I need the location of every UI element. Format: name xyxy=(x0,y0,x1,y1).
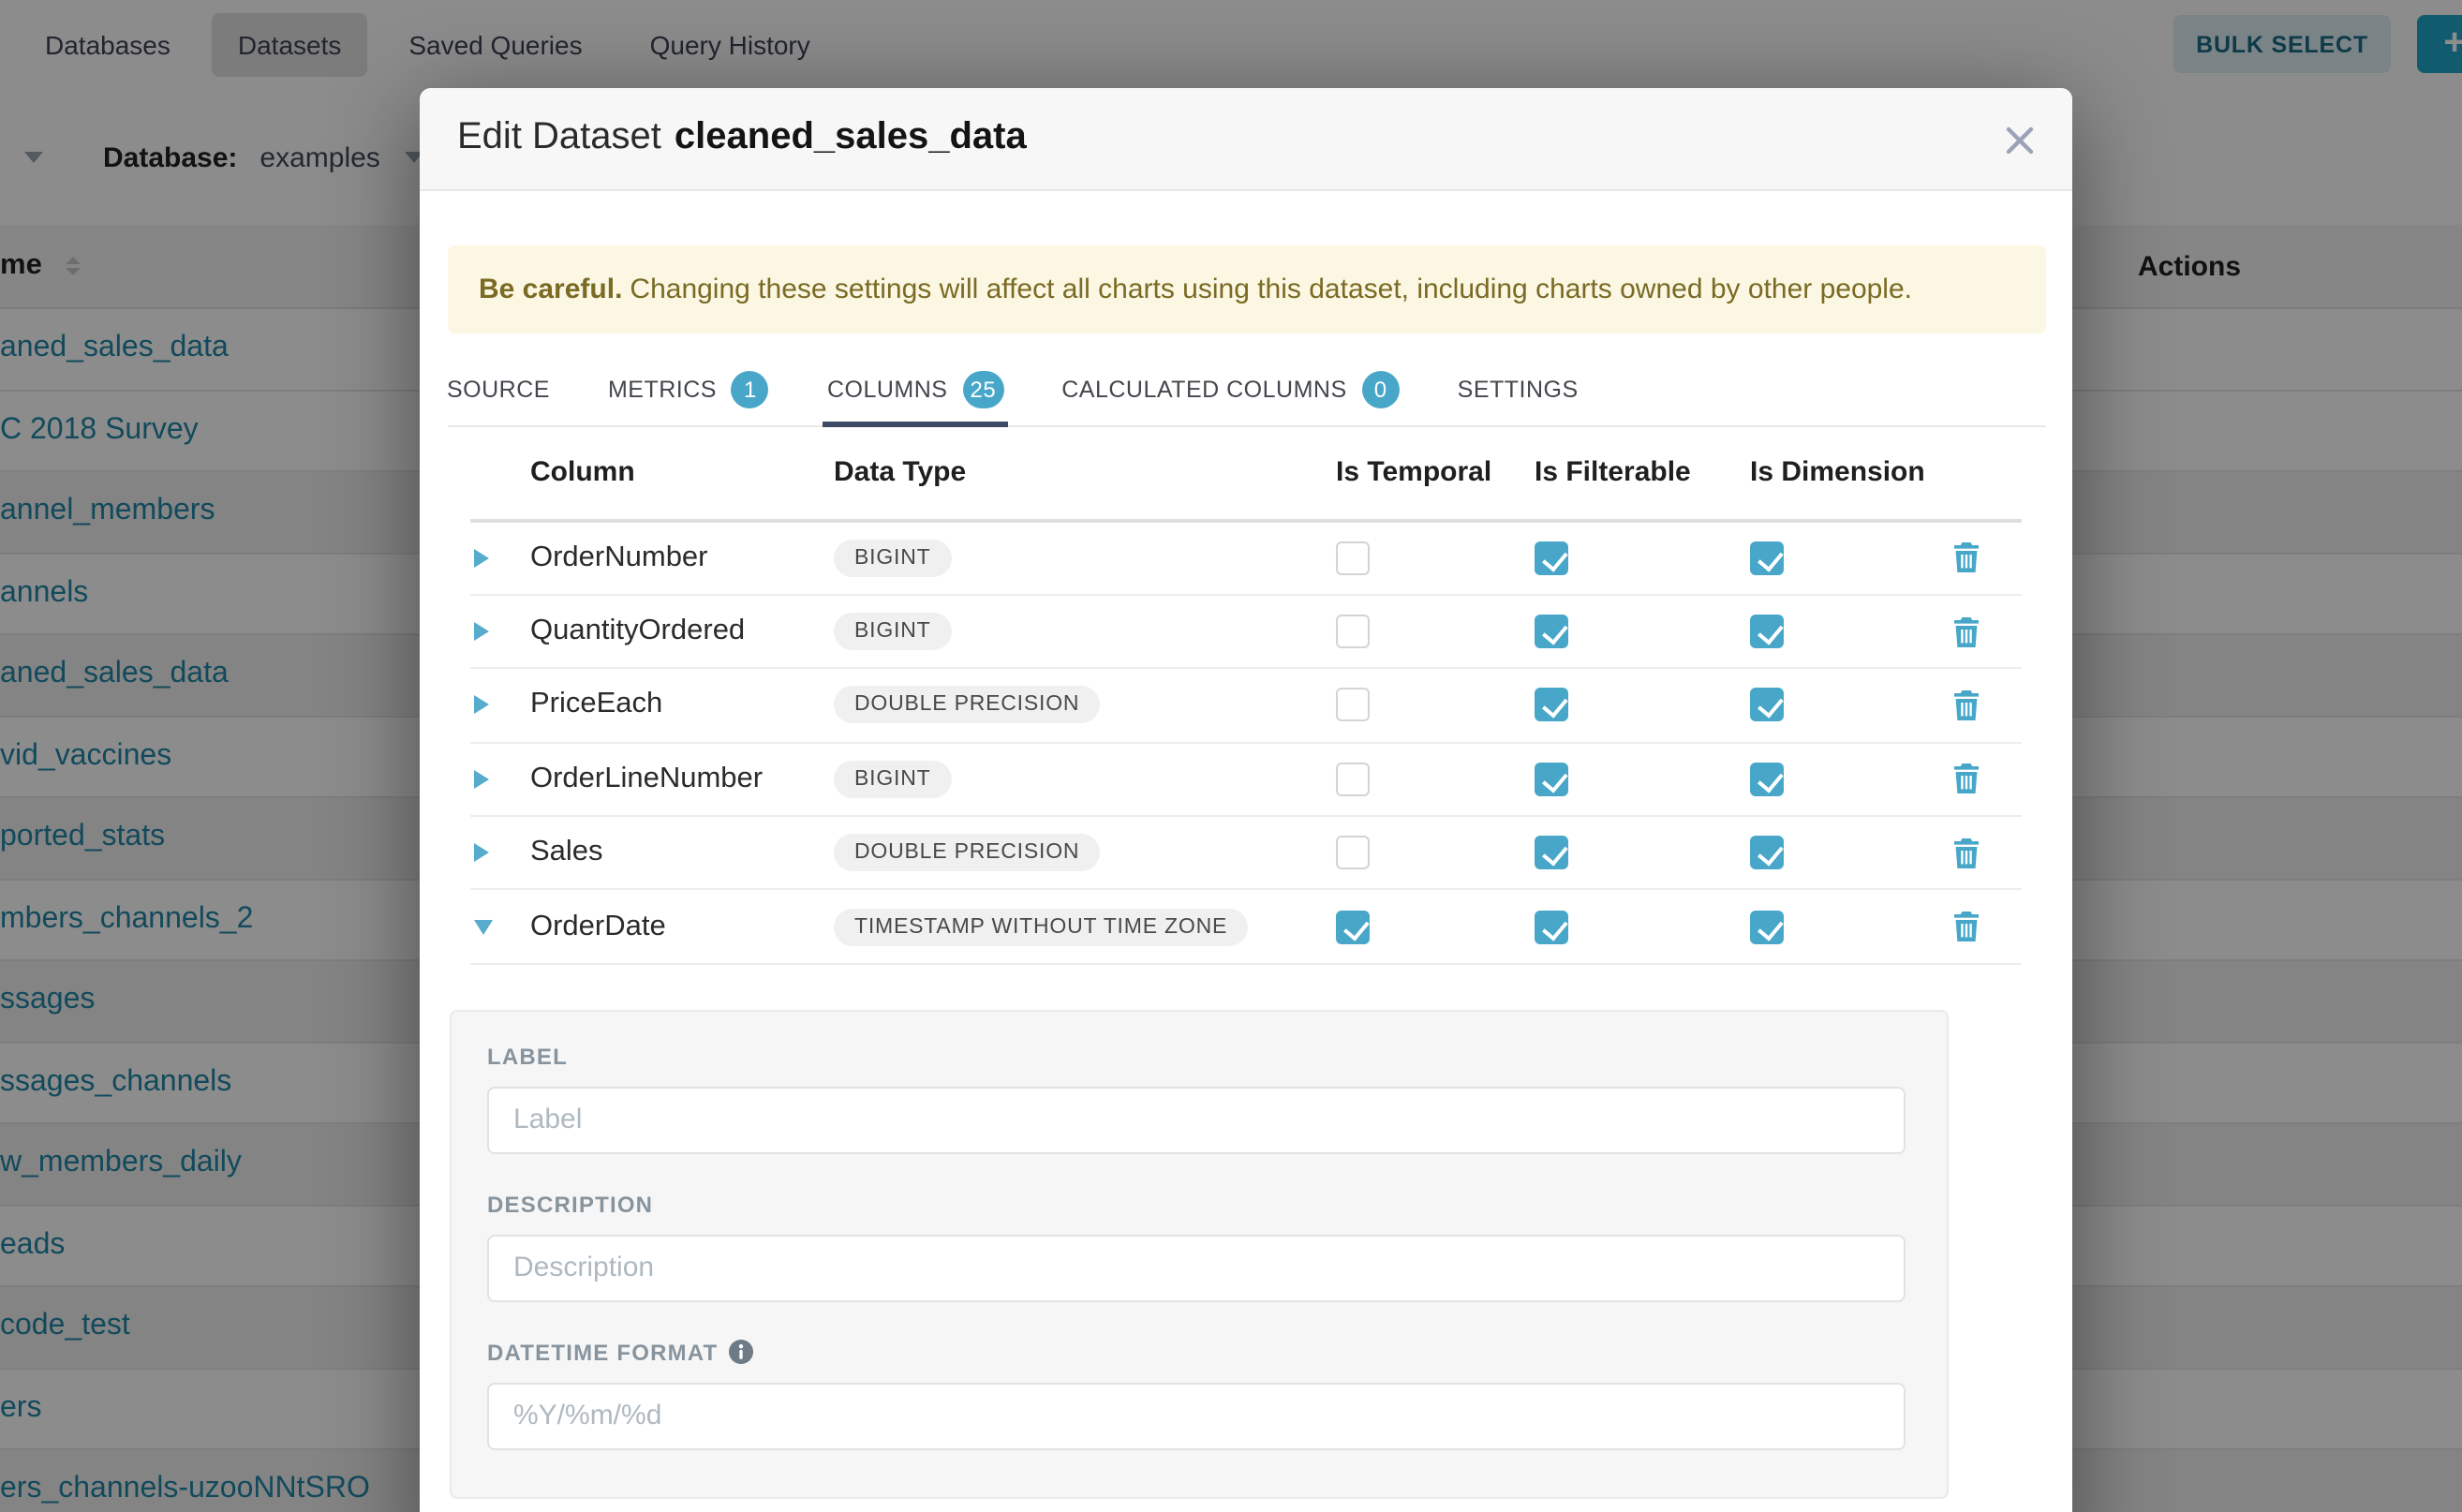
is-dimension-checkbox[interactable] xyxy=(1750,689,1784,722)
label-input[interactable] xyxy=(487,1087,1906,1154)
column-row-ordernumber: OrderNumber BIGINT xyxy=(470,522,2022,596)
delete-column-trash-icon[interactable] xyxy=(1952,685,1990,726)
tab-count-badge: 25 xyxy=(963,371,1004,408)
modal-title-dataset-name: cleaned_sales_data xyxy=(675,116,1027,157)
data-type-pill: TIMESTAMP WITHOUT TIME ZONE xyxy=(834,908,1248,945)
close-icon[interactable] xyxy=(1997,117,2042,162)
delete-column-trash-icon[interactable] xyxy=(1952,759,1990,800)
expand-caret-icon[interactable] xyxy=(474,613,508,650)
tab-calculated-columns[interactable]: CALCULATED COLUMNS 0 xyxy=(1061,355,1399,424)
warning-banner: Be careful. Changing these settings will… xyxy=(447,245,2045,333)
tab-count-badge: 1 xyxy=(732,371,769,408)
expand-caret-icon[interactable] xyxy=(474,539,508,576)
description-input[interactable] xyxy=(487,1235,1906,1302)
tab-metrics[interactable]: METRICS 1 xyxy=(608,355,769,424)
column-header: Column xyxy=(530,456,635,488)
delete-column-trash-icon[interactable] xyxy=(1952,537,1990,578)
data-type-pill: BIGINT xyxy=(834,613,952,650)
label-field-label: LABEL xyxy=(487,1044,1906,1070)
is-temporal-checkbox[interactable] xyxy=(1336,763,1370,796)
expand-caret-icon[interactable] xyxy=(474,835,508,872)
superset-datasets-page: DatabasesDatasetsSaved QueriesQuery Hist… xyxy=(0,0,2462,1512)
is-filterable-checkbox[interactable] xyxy=(1535,689,1568,722)
warning-text: Changing these settings will affect all … xyxy=(630,273,1912,304)
column-name: OrderDate xyxy=(530,910,666,943)
is-temporal-checkbox[interactable] xyxy=(1336,615,1370,648)
is-temporal-header: Is Temporal xyxy=(1336,456,1491,488)
delete-column-trash-icon[interactable] xyxy=(1952,906,1990,947)
columns-rows: OrderNumberBIGINT QuantityOrderedBIGINT … xyxy=(470,522,2022,965)
datetime-format-input[interactable] xyxy=(487,1383,1906,1450)
modal-body: Be careful. Changing these settings will… xyxy=(420,245,2072,1499)
columns-table: Column Data Type Is Temporal Is Filterab… xyxy=(470,426,2022,965)
edit-dataset-modal: Edit Dataset cleaned_sales_data Be carefu… xyxy=(420,87,2072,1512)
column-row-orderlinenumber: OrderLineNumber BIGINT xyxy=(470,743,2022,817)
is-temporal-checkbox[interactable] xyxy=(1336,541,1370,574)
is-filterable-checkbox[interactable] xyxy=(1535,837,1568,870)
tab-label: SOURCE xyxy=(447,377,550,403)
is-temporal-checkbox[interactable] xyxy=(1336,837,1370,870)
modal-tabs: SOURCE METRICS 1 COLUMNS 25 CALCULATED COLUMN… xyxy=(447,355,2045,426)
warning-bold: Be careful. xyxy=(479,273,622,304)
is-filterable-checkbox[interactable] xyxy=(1535,763,1568,796)
column-row-quantityordered: QuantityOrdered BIGINT xyxy=(470,596,2022,670)
modal-title: Edit Dataset cleaned_sales_data xyxy=(457,116,1027,159)
info-icon[interactable] xyxy=(729,1341,753,1365)
data-type-pill: DOUBLE PRECISION xyxy=(834,835,1100,872)
data-type-pill: BIGINT xyxy=(834,761,952,798)
expand-caret-icon[interactable] xyxy=(474,761,508,798)
column-name: OrderNumber xyxy=(530,541,708,574)
column-detail-panel: LABEL DESCRIPTION DATETIME FORMAT xyxy=(450,1010,1949,1499)
tab-count-badge: 0 xyxy=(1362,371,1400,408)
data-type-pill: DOUBLE PRECISION xyxy=(834,687,1100,724)
is-dimension-checkbox[interactable] xyxy=(1750,541,1784,574)
tab-label: COLUMNS xyxy=(827,377,948,403)
collapse-caret-icon[interactable] xyxy=(474,908,508,945)
is-temporal-checkbox[interactable] xyxy=(1336,689,1370,722)
is-filterable-checkbox[interactable] xyxy=(1535,541,1568,574)
description-field-label: DESCRIPTION xyxy=(487,1192,1906,1218)
column-name: OrderLineNumber xyxy=(530,763,763,796)
column-row-sales: Sales DOUBLE PRECISION xyxy=(470,817,2022,891)
tab-label: SETTINGS xyxy=(1458,377,1579,403)
is-dimension-checkbox[interactable] xyxy=(1750,763,1784,796)
is-dimension-checkbox[interactable] xyxy=(1750,837,1784,870)
tab-settings[interactable]: SETTINGS xyxy=(1458,355,1579,424)
tab-label: CALCULATED COLUMNS xyxy=(1061,377,1346,403)
columns-table-header: Column Data Type Is Temporal Is Filterab… xyxy=(470,426,2022,522)
is-dimension-checkbox[interactable] xyxy=(1750,615,1784,648)
is-filterable-checkbox[interactable] xyxy=(1535,615,1568,648)
delete-column-trash-icon[interactable] xyxy=(1952,833,1990,874)
column-name: PriceEach xyxy=(530,689,662,722)
is-filterable-checkbox[interactable] xyxy=(1535,910,1568,943)
column-row-priceeach: PriceEach DOUBLE PRECISION xyxy=(470,670,2022,744)
column-name: Sales xyxy=(530,837,603,870)
tab-columns[interactable]: COLUMNS 25 xyxy=(827,355,1003,424)
data-type-header: Data Type xyxy=(834,456,966,488)
column-row-orderdate: OrderDate TIMESTAMP WITHOUT TIME ZONE xyxy=(470,891,2022,965)
is-dimension-header: Is Dimension xyxy=(1750,456,1925,488)
is-filterable-header: Is Filterable xyxy=(1535,456,1691,488)
data-type-pill: BIGINT xyxy=(834,539,952,576)
expand-caret-icon[interactable] xyxy=(474,687,508,724)
is-dimension-checkbox[interactable] xyxy=(1750,910,1784,943)
tab-label: METRICS xyxy=(608,377,717,403)
modal-title-prefix: Edit Dataset xyxy=(457,116,661,157)
delete-column-trash-icon[interactable] xyxy=(1952,611,1990,652)
column-name: QuantityOrdered xyxy=(530,615,745,648)
tab-source[interactable]: SOURCE xyxy=(447,355,550,424)
datetime-format-field-label: DATETIME FORMAT xyxy=(487,1340,1906,1366)
modal-header: Edit Dataset cleaned_sales_data xyxy=(420,87,2072,190)
is-temporal-checkbox[interactable] xyxy=(1336,910,1370,943)
